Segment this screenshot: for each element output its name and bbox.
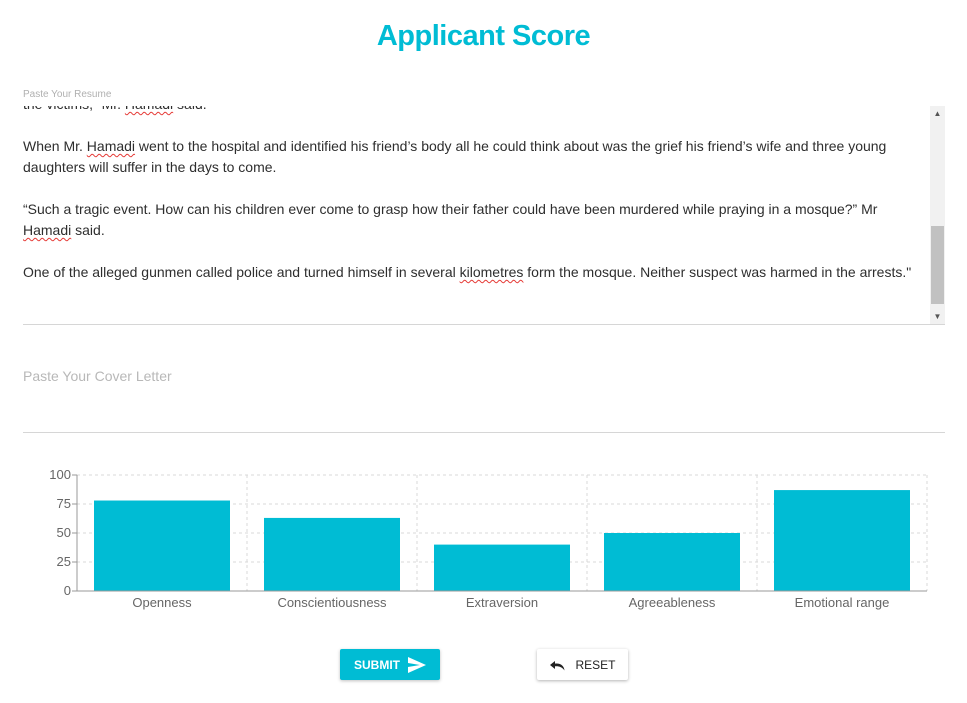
y-tick-label: 50	[57, 525, 71, 540]
misspelled-word: kilometres	[459, 264, 524, 280]
text-run: “Such a tragic event. How can his childr…	[23, 201, 878, 217]
text-run: the victims,” Mr.	[23, 106, 125, 112]
resume-paragraph: One of the alleged gunmen called police …	[23, 262, 923, 283]
scroll-up-icon[interactable]: ▲	[930, 106, 945, 121]
y-tick-label: 0	[64, 583, 71, 598]
x-tick-label: Agreeableness	[629, 595, 716, 610]
resume-scrollbar[interactable]: ▲ ▼	[930, 106, 945, 324]
bar-conscientiousness	[264, 517, 400, 591]
y-tick-label: 100	[49, 467, 71, 482]
text-run: said.	[71, 222, 105, 238]
x-tick-label: Extraversion	[466, 595, 538, 610]
y-tick-label: 25	[57, 554, 71, 569]
reset-button[interactable]: RESET	[537, 649, 628, 680]
bar-openness	[94, 500, 230, 591]
resume-field[interactable]: Paste Your Resume the victims,” Mr. Hama…	[23, 86, 945, 326]
text-run: said.	[173, 106, 207, 112]
scroll-down-icon[interactable]: ▼	[930, 309, 945, 324]
x-tick-label: Emotional range	[795, 595, 890, 610]
resume-text[interactable]: the victims,” Mr. Hamadi said. When Mr. H…	[23, 106, 923, 324]
personality-chart: 0 25 50 75 100 Openness Conscientiousness Extra…	[0, 455, 967, 625]
scrollbar-thumb[interactable]	[931, 226, 944, 304]
bar-chart: 0 25 50 75 100 Openness Conscientiousness Extra…	[49, 467, 928, 610]
submit-button[interactable]: SUBMIT	[340, 649, 440, 680]
send-icon	[408, 656, 426, 673]
misspelled-word: Hamadi	[125, 106, 173, 112]
bar-emotional-range	[774, 490, 910, 591]
bar-agreeableness	[604, 533, 740, 591]
resume-textarea[interactable]: the victims,” Mr. Hamadi said. When Mr. H…	[23, 106, 945, 325]
undo-icon	[550, 660, 565, 670]
text-run: One of the alleged gunmen called police …	[23, 264, 460, 280]
y-tick-label: 75	[57, 496, 71, 511]
resume-label: Paste Your Resume	[23, 89, 112, 100]
resume-paragraph: “Such a tragic event. How can his childr…	[23, 199, 923, 241]
cover-letter-input[interactable]	[23, 368, 923, 384]
page-title: Applicant Score	[376, 20, 591, 52]
x-tick-label: Openness	[132, 595, 192, 610]
bar-extraversion	[434, 544, 570, 591]
submit-label: SUBMIT	[354, 657, 400, 672]
misspelled-word: Hamadi	[86, 138, 136, 154]
misspelled-word: Hamadi	[23, 222, 72, 238]
text-run: When Mr.	[23, 138, 87, 154]
text-run: form the mosque. Neither suspect was har…	[523, 264, 912, 280]
x-tick-label: Conscientiousness	[277, 595, 387, 610]
resume-paragraph: the victims,” Mr. Hamadi said.	[23, 106, 923, 115]
resume-paragraph: When Mr. Hamadi went to the hospital and…	[23, 136, 923, 178]
reset-label: RESET	[575, 657, 616, 672]
cover-letter-field[interactable]	[23, 360, 945, 433]
text-run: went to the hospital and identified his …	[23, 138, 887, 175]
